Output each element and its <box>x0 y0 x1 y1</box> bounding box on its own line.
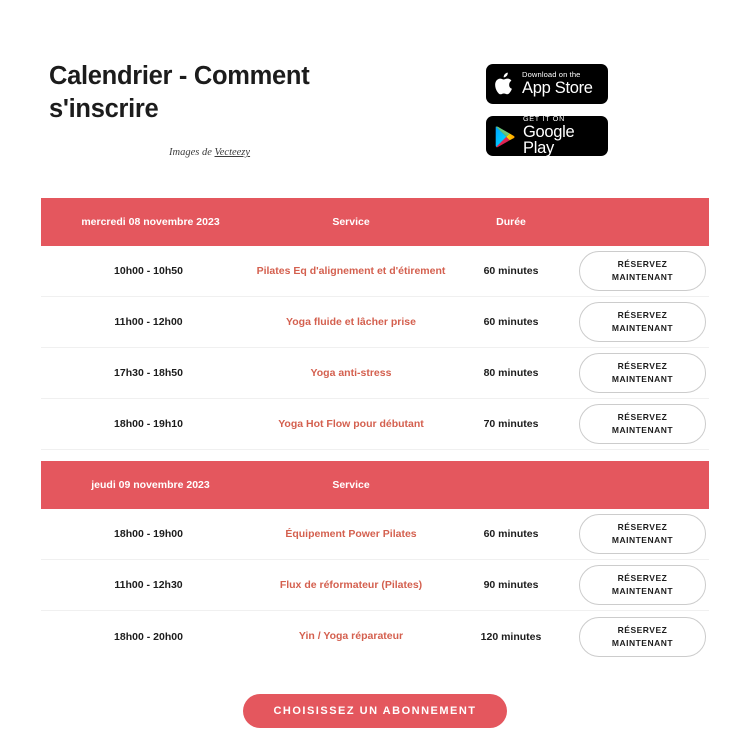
slot-action: RÉSERVEZ MAINTENANT <box>576 404 709 444</box>
app-store-badge-text: Download on the App Store <box>522 71 593 96</box>
slot-duration: 60 minutes <box>483 528 539 540</box>
slot-time: 18h00 - 20h00 <box>114 630 183 643</box>
page-title: Calendrier - Comment s'inscrire <box>49 62 310 123</box>
google-play-badge-text: GET IT ON Google Play <box>523 115 599 156</box>
slot-service[interactable]: Flux de réformateur (Pilates) <box>256 578 446 592</box>
slot-action: RÉSERVEZ MAINTENANT <box>576 514 709 554</box>
slot-duration: 60 minutes <box>483 316 539 328</box>
day-header-date: mercredi 08 novembre 2023 <box>81 216 220 228</box>
choose-subscription-button[interactable]: CHOISISSEZ UN ABONNEMENT <box>243 694 507 728</box>
day-header-service-label: Service <box>332 216 370 228</box>
vecteezy-link[interactable]: Vecteezy <box>215 147 251 158</box>
slot-service[interactable]: Yoga fluide et lâcher prise <box>256 315 446 329</box>
google-play-badge[interactable]: GET IT ON Google Play <box>486 115 608 156</box>
day-header-wednesday: mercredi 08 novembre 2023 Service Durée <box>41 198 709 246</box>
book-now-button[interactable]: RÉSERVEZ MAINTENANT <box>579 251 706 291</box>
slot-duration: 120 minutes <box>480 630 542 643</box>
book-now-button[interactable]: RÉSERVEZ MAINTENANT <box>579 514 706 554</box>
image-credit: Images de Vecteezy <box>169 147 479 158</box>
section-divider <box>41 450 709 461</box>
day-header-date: jeudi 09 novembre 2023 <box>91 479 210 491</box>
slot-action: RÉSERVEZ MAINTENANT <box>576 353 709 393</box>
slot-action: RÉSERVEZ MAINTENANT <box>576 565 709 605</box>
book-now-button[interactable]: RÉSERVEZ MAINTENANT <box>579 616 706 657</box>
slot-time: 18h00 - 19h10 <box>114 418 183 430</box>
table-row: 18h00 - 19h00 Équipement Power Pilates 6… <box>41 509 709 560</box>
schedule-table: mercredi 08 novembre 2023 Service Durée … <box>41 198 709 662</box>
slot-action: RÉSERVEZ MAINTENANT <box>576 616 709 657</box>
slot-action: RÉSERVEZ MAINTENANT <box>576 302 709 342</box>
day-header-service-label: Service <box>332 479 370 491</box>
slot-service[interactable]: Équipement Power Pilates <box>256 527 446 541</box>
google-play-badge-small: GET IT ON <box>523 114 565 124</box>
book-now-button[interactable]: RÉSERVEZ MAINTENANT <box>579 353 706 393</box>
app-store-badge-small: Download on the <box>522 70 581 80</box>
app-store-badge[interactable]: Download on the App Store <box>486 64 608 104</box>
app-store-badge-big: App Store <box>522 79 593 98</box>
slot-service[interactable]: Pilates Eq d'alignement et d'étirement <box>256 264 446 278</box>
table-row: 18h00 - 19h10 Yoga Hot Flow pour débutan… <box>41 399 709 450</box>
table-row: 10h00 - 10h50 Pilates Eq d'alignement et… <box>41 246 709 297</box>
google-play-badge-big: Google Play <box>523 122 575 158</box>
slot-duration: 80 minutes <box>483 367 539 379</box>
slot-duration: 60 minutes <box>483 265 539 277</box>
slot-service[interactable]: Yoga anti-stress <box>256 366 446 380</box>
day-header-duration-label: Durée <box>496 216 526 228</box>
slot-duration: 70 minutes <box>483 418 539 430</box>
book-now-button[interactable]: RÉSERVEZ MAINTENANT <box>579 302 706 342</box>
slot-duration: 90 minutes <box>483 579 539 591</box>
book-now-button[interactable]: RÉSERVEZ MAINTENANT <box>579 404 706 444</box>
cta-container: CHOISISSEZ UN ABONNEMENT <box>0 694 750 728</box>
slot-time: 17h30 - 18h50 <box>114 367 183 379</box>
slot-time: 11h00 - 12h00 <box>114 316 183 328</box>
page-header: Calendrier - Comment s'inscrire Images d… <box>0 0 750 198</box>
google-play-icon <box>495 125 516 148</box>
table-row: 18h00 - 20h00 Yin / Yoga réparateur 120 … <box>41 611 709 662</box>
apple-icon <box>495 72 515 96</box>
slot-time: 18h00 - 19h00 <box>114 528 183 540</box>
header-left: Calendrier - Comment s'inscrire Images d… <box>49 60 479 158</box>
table-row: 17h30 - 18h50 Yoga anti-stress 80 minute… <box>41 348 709 399</box>
store-badges: Download on the App Store GET IT ON Goog… <box>486 64 608 156</box>
slot-service[interactable]: Yoga Hot Flow pour débutant <box>256 417 446 431</box>
table-row: 11h00 - 12h30 Flux de réformateur (Pilat… <box>41 560 709 611</box>
slot-time: 10h00 - 10h50 <box>114 265 183 277</box>
image-credit-prefix: Images de <box>169 147 215 159</box>
table-row: 11h00 - 12h00 Yoga fluide et lâcher pris… <box>41 297 709 348</box>
slot-time: 11h00 - 12h30 <box>114 579 183 591</box>
slot-service[interactable]: Yin / Yoga réparateur <box>256 629 446 643</box>
book-now-button[interactable]: RÉSERVEZ MAINTENANT <box>579 565 706 605</box>
day-header-thursday: jeudi 09 novembre 2023 Service <box>41 461 709 509</box>
slot-action: RÉSERVEZ MAINTENANT <box>576 251 709 291</box>
